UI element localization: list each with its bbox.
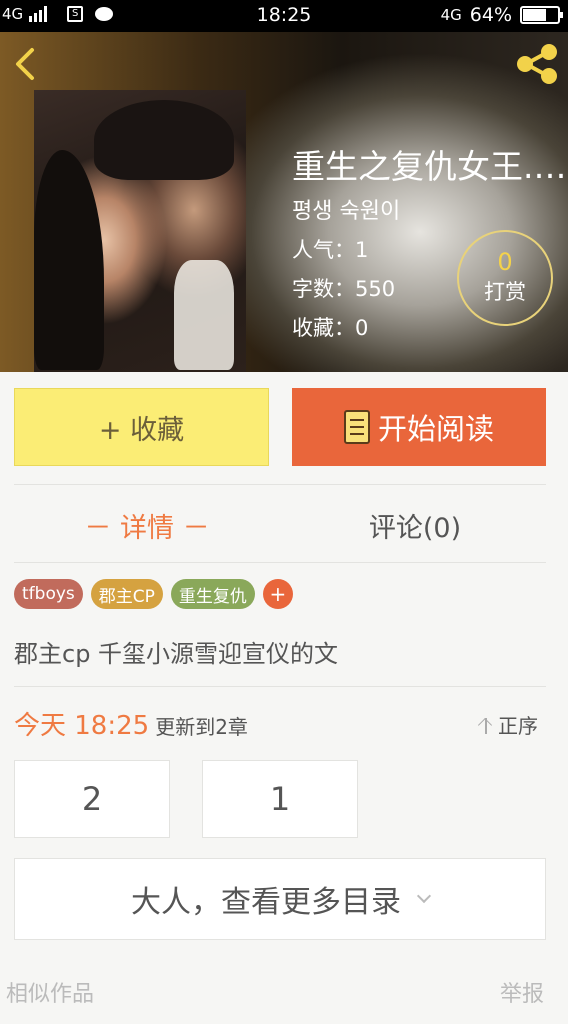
divider <box>14 686 546 687</box>
book-title: 重生之复仇女王.… <box>292 147 567 186</box>
divider <box>14 484 546 485</box>
collect-button[interactable]: + 收藏 <box>14 388 269 466</box>
update-time: 今天 18:25 <box>14 711 150 741</box>
report-link[interactable]: 举报 <box>500 976 544 1008</box>
add-tag-button[interactable]: + <box>262 579 293 609</box>
battery-percent: 64% <box>469 4 512 26</box>
reward-count: 0 <box>497 248 513 276</box>
back-button[interactable] <box>6 40 46 88</box>
tag-list: tfboys 郡主CP 重生复仇 + <box>14 579 293 609</box>
tab-comments[interactable]: 评论(0) <box>284 500 546 550</box>
update-info: 今天 18:25 更新到2章 <box>14 705 248 742</box>
update-text: 更新到2章 <box>155 715 248 739</box>
similar-works-heading: 相似作品 <box>6 982 95 1007</box>
start-reading-label: 开始阅读 <box>377 412 494 446</box>
network-type-right: 4G <box>440 6 462 24</box>
battery-icon <box>520 6 563 24</box>
favorites-stat: 收藏：0 <box>292 316 369 340</box>
reward-label: 打赏 <box>484 280 526 304</box>
chevron-left-icon <box>16 48 34 80</box>
tag-tfboys[interactable]: tfboys <box>14 579 83 609</box>
word-count-stat: 字数：550 <box>292 277 396 301</box>
start-reading-button[interactable]: 开始阅读 <box>292 388 546 466</box>
tag-junzhu-cp[interactable]: 郡主CP <box>90 579 163 609</box>
status-bar: 4G S 18:25 4G 64% <box>0 0 568 32</box>
chapter-item[interactable]: 1 <box>202 760 358 838</box>
arrow-up-icon <box>478 715 494 735</box>
reward-button[interactable]: 0 打赏 <box>457 230 553 326</box>
status-right: 4G 64% <box>440 4 563 26</box>
share-icon <box>517 44 557 84</box>
chapter-item[interactable]: 2 <box>14 760 170 838</box>
sort-order-button[interactable]: 正序 <box>478 710 538 739</box>
book-header: 重生之复仇女王.… 평생 숙원이 人气：1 字数：550 收藏：0 0 打赏 <box>0 32 568 372</box>
tag-rebirth-revenge[interactable]: 重生复仇 <box>170 579 255 609</box>
view-more-label: 大人，查看更多目录 <box>131 885 401 920</box>
book-description: 郡主cp 千玺小源雪迎宣仪的文 <box>14 640 339 668</box>
popularity-stat: 人气：1 <box>292 238 369 262</box>
share-button[interactable] <box>512 40 562 88</box>
book-cover-image <box>34 90 246 372</box>
divider <box>14 562 546 563</box>
tab-detail[interactable]: － 详情 － <box>14 500 280 550</box>
collect-label: + 收藏 <box>98 414 185 446</box>
sort-order-label: 正序 <box>498 714 538 738</box>
view-more-chapters-button[interactable]: 大人，查看更多目录 <box>14 858 546 940</box>
book-author: 평생 숙원이 <box>292 199 401 224</box>
chevron-down-icon <box>416 888 432 904</box>
book-icon <box>343 410 370 444</box>
